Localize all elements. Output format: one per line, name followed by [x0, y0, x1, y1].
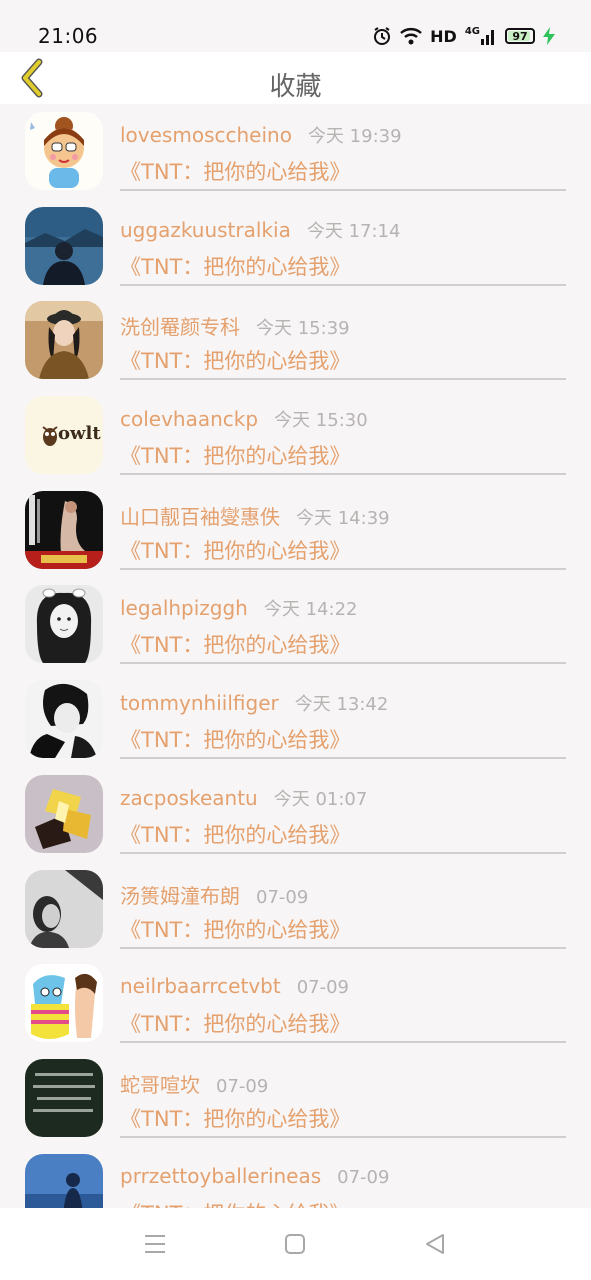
user-name: 汤篑姆潼布朗 [120, 883, 240, 908]
avatar[interactable] [25, 774, 103, 853]
avatar[interactable] [25, 206, 103, 285]
menu-button[interactable] [141, 1230, 169, 1258]
alarm-icon [372, 26, 392, 46]
timestamp: 今天 15:39 [256, 318, 350, 340]
list-item[interactable]: 汤篑姆潼布朗 07-09 《TNT：把你的心给我》 [0, 862, 591, 957]
list-item[interactable]: 洗创罨颜专科 今天 15:39 《TNT：把你的心给我》 [0, 293, 591, 388]
menu-icon [145, 1235, 165, 1253]
back-triangle-icon [426, 1234, 444, 1254]
header: 收藏 [0, 52, 591, 104]
divider [120, 1135, 566, 1138]
avatar[interactable] [25, 490, 103, 569]
home-button[interactable] [281, 1230, 309, 1258]
list-item[interactable]: zacposkeantu 今天 01:07 《TNT：把你的心给我》 [0, 767, 591, 862]
user-name: zacposkeantu [120, 785, 258, 810]
divider [120, 473, 566, 476]
divider [120, 283, 566, 286]
item-title[interactable]: 《TNT：把你的心给我》 [120, 1198, 350, 1208]
divider [120, 189, 566, 191]
battery-icon: 97 [505, 28, 535, 44]
list-item[interactable]: owlt colevhaanckp 今天 15:30 《TNT：把你的心给我》 [0, 388, 591, 483]
wifi-icon [400, 27, 422, 45]
timestamp: 07-09 [256, 886, 309, 908]
timestamp: 今天 14:22 [263, 599, 358, 621]
item-title[interactable]: 《TNT：把你的心给我》 [120, 1103, 350, 1133]
item-title[interactable]: 《TNT：把你的心给我》 [120, 535, 350, 565]
user-name: prrzettoyballerineas [120, 1163, 322, 1188]
user-name: colevhaanckp [120, 407, 259, 432]
list-item[interactable]: 山口靓百袖燮惠佚 今天 14:39 《TNT：把你的心给我》 [0, 483, 591, 578]
list-item[interactable]: lovesmosccheino 今天 19:39 《TNT：把你的心给我》 [0, 104, 591, 199]
timestamp: 今天 01:07 [273, 788, 368, 810]
divider [120, 1041, 566, 1044]
item-title[interactable]: 《TNT：把你的心给我》 [120, 440, 350, 470]
timestamp: 今天 13:42 [294, 694, 389, 716]
avatar[interactable] [25, 585, 103, 664]
item-title[interactable]: 《TNT：把你的心给我》 [120, 914, 350, 944]
page-title: 收藏 [269, 72, 322, 102]
timestamp: 07-09 [296, 977, 350, 999]
avatar[interactable] [25, 964, 103, 1043]
list-item[interactable]: neilrbaarrcetvbt 07-09 《TNT：把你的心给我》 [0, 956, 591, 1051]
avatar[interactable] [25, 112, 103, 190]
list-item[interactable]: 蛇哥喧坎 07-09 《TNT：把你的心给我》 [0, 1051, 591, 1146]
item-title[interactable]: 《TNT：把你的心给我》 [120, 345, 350, 375]
user-name: tommynhiilfiger [120, 691, 279, 716]
timestamp: 07-09 [216, 1075, 269, 1097]
list-item[interactable]: tommynhiilfiger 今天 13:42 《TNT：把你的心给我》 [0, 672, 591, 767]
timestamp: 今天 17:14 [306, 220, 401, 242]
item-title[interactable]: 《TNT：把你的心给我》 [120, 1008, 350, 1038]
avatar[interactable]: owlt [25, 396, 103, 475]
screen: 21:06 HD 4G 97 收藏 lovesmosccheino 今天 19:… [0, 0, 591, 1280]
avatar[interactable] [25, 869, 103, 948]
back-nav-button[interactable] [421, 1230, 449, 1258]
list-item[interactable]: prrzettoyballerineas 07-09 《TNT：把你的心给我》 [0, 1146, 591, 1208]
user-name: 蛇哥喧坎 [120, 1072, 200, 1097]
home-square-icon [285, 1234, 305, 1254]
avatar[interactable] [25, 301, 103, 380]
user-name: 山口靓百袖燮惠佚 [120, 504, 280, 529]
divider [120, 851, 566, 854]
avatar[interactable] [25, 680, 103, 759]
avatar[interactable] [25, 1058, 103, 1137]
cellular-signal-icon: 4G [464, 25, 497, 45]
battery-level: 97 [512, 29, 528, 43]
item-title[interactable]: 《TNT：把你的心给我》 [120, 156, 350, 186]
avatar-logo-text: owlt [58, 423, 101, 445]
user-name: uggazkuustralkia [120, 217, 291, 242]
timestamp: 今天 19:39 [307, 126, 402, 147]
system-nav-bar [0, 1208, 591, 1280]
avatar[interactable] [25, 1153, 103, 1208]
favorites-list: lovesmosccheino 今天 19:39 《TNT：把你的心给我》 ug… [0, 104, 591, 1208]
timestamp: 07-09 [337, 1166, 390, 1188]
list-item[interactable]: legalhpizggh 今天 14:22 《TNT：把你的心给我》 [0, 577, 591, 672]
charging-bolt-icon [543, 27, 555, 45]
user-name: neilrbaarrcetvbt [120, 974, 281, 999]
user-name: lovesmosccheino [120, 123, 292, 147]
status-time: 21:06 [38, 24, 99, 48]
list-item[interactable]: uggazkuustralkia 今天 17:14 《TNT：把你的心给我》 [0, 199, 591, 294]
item-title[interactable]: 《TNT：把你的心给我》 [120, 724, 350, 754]
hd-label: HD [430, 26, 457, 46]
timestamp: 今天 15:30 [274, 410, 368, 432]
status-icons: HD 4G 97 [372, 24, 555, 48]
divider [120, 757, 566, 760]
divider [120, 378, 566, 381]
item-title[interactable]: 《TNT：把你的心给我》 [120, 629, 350, 659]
signal-label: 4G [464, 25, 480, 37]
divider [120, 946, 566, 949]
divider [120, 567, 566, 570]
user-name: 洗创罨颜专科 [120, 315, 240, 340]
divider [120, 662, 566, 665]
item-title[interactable]: 《TNT：把你的心给我》 [120, 819, 350, 849]
timestamp: 今天 14:39 [296, 507, 390, 529]
status-bar: 21:06 HD 4G 97 [0, 0, 591, 52]
user-name: legalhpizggh [120, 596, 248, 621]
item-title[interactable]: 《TNT：把你的心给我》 [120, 251, 350, 281]
